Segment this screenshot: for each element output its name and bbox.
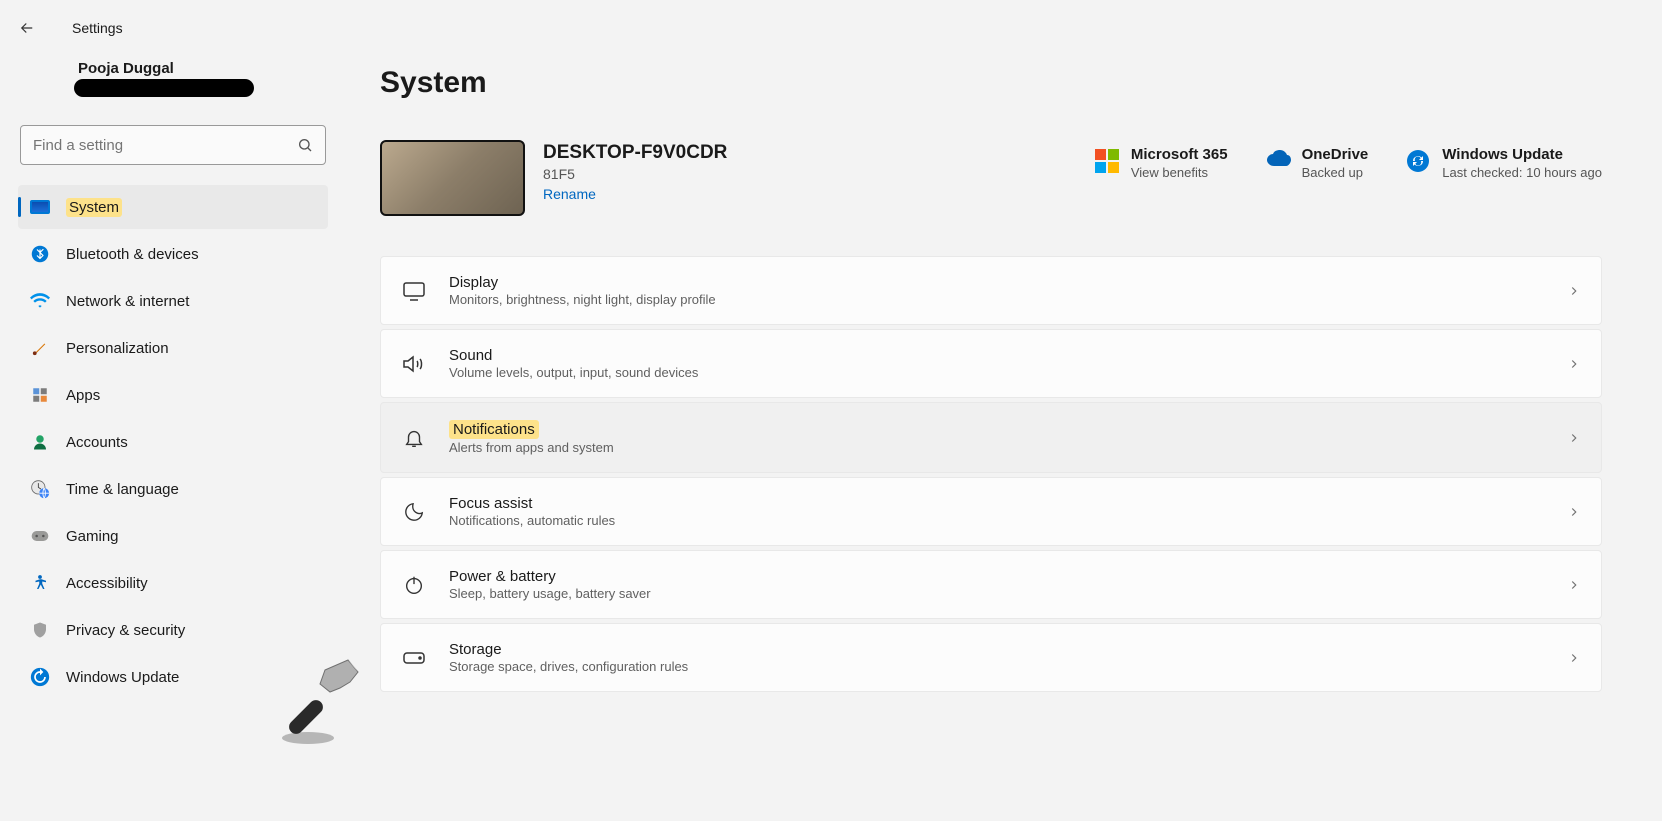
chevron-right-icon bbox=[1567, 651, 1581, 665]
nav-label: Time & language bbox=[66, 481, 179, 498]
status-title: Windows Update bbox=[1442, 146, 1602, 163]
device-row: DESKTOP-F9V0CDR 81F5 Rename Microsoft 36… bbox=[380, 140, 1602, 216]
onedrive-icon bbox=[1266, 149, 1290, 173]
device-model: 81F5 bbox=[543, 166, 727, 182]
nav-system[interactable]: System bbox=[18, 185, 328, 229]
status-sub: Backed up bbox=[1302, 165, 1369, 180]
person-icon bbox=[30, 432, 50, 452]
nav-label: Gaming bbox=[66, 528, 119, 545]
arrow-left-icon bbox=[18, 19, 36, 37]
search-input[interactable] bbox=[33, 137, 297, 154]
chevron-right-icon bbox=[1567, 431, 1581, 445]
search-icon bbox=[297, 137, 313, 153]
nav-label: Windows Update bbox=[66, 669, 179, 686]
clock-globe-icon bbox=[30, 479, 50, 499]
nav-bluetooth[interactable]: Bluetooth & devices bbox=[18, 232, 328, 276]
card-title: Focus assist bbox=[449, 495, 1567, 512]
bell-icon bbox=[401, 425, 427, 451]
nav-accounts[interactable]: Accounts bbox=[18, 420, 328, 464]
user-email-redacted bbox=[74, 79, 254, 97]
gamepad-icon bbox=[30, 526, 50, 546]
card-title: Notifications bbox=[449, 420, 539, 439]
card-title: Storage bbox=[449, 641, 1567, 658]
accessibility-icon bbox=[30, 573, 50, 593]
status-title: Microsoft 365 bbox=[1131, 146, 1228, 163]
titlebar: Settings bbox=[0, 0, 1662, 56]
search-box[interactable] bbox=[20, 125, 326, 165]
card-sub: Notifications, automatic rules bbox=[449, 513, 1567, 528]
shield-icon bbox=[30, 620, 50, 640]
nav-time-language[interactable]: Time & language bbox=[18, 467, 328, 511]
nav-privacy[interactable]: Privacy & security bbox=[18, 608, 328, 652]
chevron-right-icon bbox=[1567, 505, 1581, 519]
user-block[interactable]: Pooja Duggal bbox=[18, 56, 328, 113]
user-name: Pooja Duggal bbox=[78, 60, 320, 77]
device-thumbnail[interactable] bbox=[380, 140, 525, 216]
display-icon bbox=[401, 278, 427, 304]
bluetooth-icon bbox=[30, 244, 50, 264]
status-microsoft365[interactable]: Microsoft 365 View benefits bbox=[1095, 146, 1228, 180]
chevron-right-icon bbox=[1567, 284, 1581, 298]
status-windows-update[interactable]: Windows Update Last checked: 10 hours ag… bbox=[1406, 146, 1602, 180]
card-sub: Volume levels, output, input, sound devi… bbox=[449, 365, 1567, 380]
sound-icon bbox=[401, 351, 427, 377]
page-title: System bbox=[380, 66, 1602, 100]
system-icon bbox=[30, 197, 50, 217]
titlebar-label: Settings bbox=[72, 20, 123, 36]
chevron-right-icon bbox=[1567, 357, 1581, 371]
brush-icon bbox=[30, 338, 50, 358]
card-title: Power & battery bbox=[449, 568, 1567, 585]
nav-gaming[interactable]: Gaming bbox=[18, 514, 328, 558]
device-info: DESKTOP-F9V0CDR 81F5 Rename bbox=[543, 140, 727, 204]
card-power-battery[interactable]: Power & battery Sleep, battery usage, ba… bbox=[380, 550, 1602, 619]
nav-apps[interactable]: Apps bbox=[18, 373, 328, 417]
card-storage[interactable]: Storage Storage space, drives, configura… bbox=[380, 623, 1602, 692]
nav-label: Privacy & security bbox=[66, 622, 185, 639]
card-display[interactable]: Display Monitors, brightness, night ligh… bbox=[380, 256, 1602, 325]
nav-label: Accounts bbox=[66, 434, 128, 451]
storage-icon bbox=[401, 645, 427, 671]
status-group: Microsoft 365 View benefits OneDrive Bac… bbox=[1095, 140, 1602, 180]
card-title: Sound bbox=[449, 347, 1567, 364]
main-content: System DESKTOP-F9V0CDR 81F5 Rename Micro… bbox=[340, 56, 1662, 821]
card-sub: Storage space, drives, configuration rul… bbox=[449, 659, 1567, 674]
rename-link[interactable]: Rename bbox=[543, 186, 596, 202]
sidebar: Pooja Duggal System Bluetooth & devices … bbox=[0, 56, 340, 821]
nav-label: Apps bbox=[66, 387, 100, 404]
nav-label: Personalization bbox=[66, 340, 169, 357]
card-sub: Sleep, battery usage, battery saver bbox=[449, 586, 1567, 601]
status-sub: View benefits bbox=[1131, 165, 1228, 180]
nav-label: System bbox=[66, 198, 122, 217]
moon-icon bbox=[401, 499, 427, 525]
power-icon bbox=[401, 572, 427, 598]
update-icon bbox=[30, 667, 50, 687]
nav-label: Accessibility bbox=[66, 575, 148, 592]
nav-network[interactable]: Network & internet bbox=[18, 279, 328, 323]
chevron-right-icon bbox=[1567, 578, 1581, 592]
card-sound[interactable]: Sound Volume levels, output, input, soun… bbox=[380, 329, 1602, 398]
device-name: DESKTOP-F9V0CDR bbox=[543, 142, 727, 164]
status-sub: Last checked: 10 hours ago bbox=[1442, 165, 1602, 180]
card-notifications[interactable]: Notifications Alerts from apps and syste… bbox=[380, 402, 1602, 473]
nav-label: Network & internet bbox=[66, 293, 189, 310]
card-sub: Monitors, brightness, night light, displ… bbox=[449, 292, 1567, 307]
nav-accessibility[interactable]: Accessibility bbox=[18, 561, 328, 605]
card-title: Display bbox=[449, 274, 1567, 291]
apps-icon bbox=[30, 385, 50, 405]
nav-personalization[interactable]: Personalization bbox=[18, 326, 328, 370]
status-onedrive[interactable]: OneDrive Backed up bbox=[1266, 146, 1369, 180]
nav-windows-update[interactable]: Windows Update bbox=[18, 655, 328, 699]
wifi-icon bbox=[30, 291, 50, 311]
back-button[interactable] bbox=[18, 10, 54, 46]
status-title: OneDrive bbox=[1302, 146, 1369, 163]
card-focus-assist[interactable]: Focus assist Notifications, automatic ru… bbox=[380, 477, 1602, 546]
nav-label: Bluetooth & devices bbox=[66, 246, 199, 263]
update-sync-icon bbox=[1406, 149, 1430, 173]
card-sub: Alerts from apps and system bbox=[449, 440, 1567, 455]
microsoft-logo-icon bbox=[1095, 149, 1119, 173]
